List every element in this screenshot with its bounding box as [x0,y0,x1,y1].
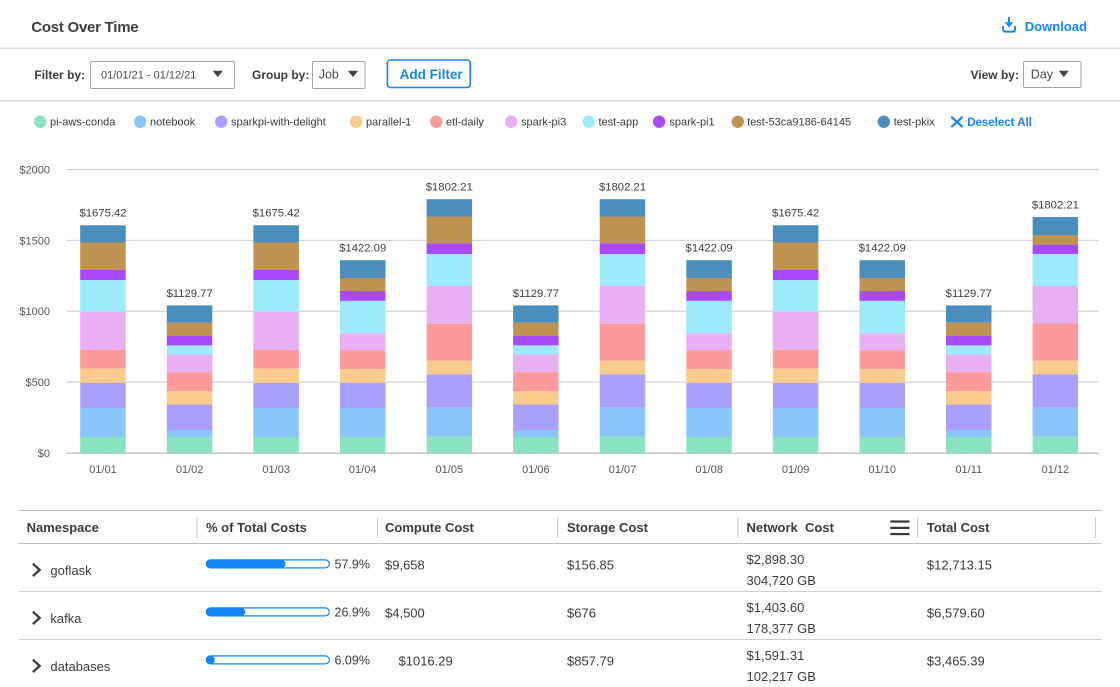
svg-text:% of Total Costs: % of Total Costs [206,520,307,535]
svg-text:pi-aws-conda: pi-aws-conda [50,117,116,129]
svg-text:01/11: 01/11 [955,464,982,476]
svg-text:57.9%: 57.9% [335,558,370,572]
svg-text:$12,713.15: $12,713.15 [927,558,992,573]
svg-text:$1422.09: $1422.09 [686,243,733,255]
svg-text:$3,465.39: $3,465.39 [927,654,985,669]
svg-text:$500: $500 [26,377,50,389]
svg-text:01/03: 01/03 [262,464,290,476]
svg-text:Total Cost: Total Cost [927,520,990,535]
svg-text:$1422.09: $1422.09 [859,243,906,255]
svg-text:Cost Over Time: Cost Over Time [31,19,138,36]
svg-text:Download: Download [1025,19,1087,34]
svg-text:01/01/21 - 01/12/21: 01/01/21 - 01/12/21 [101,70,196,82]
svg-text:Namespace: Namespace [27,520,99,535]
svg-text:etl-daily: etl-daily [446,117,484,129]
svg-text:Deselect All: Deselect All [967,117,1032,129]
svg-text:$1675.42: $1675.42 [79,208,126,220]
svg-text:01/10: 01/10 [868,464,896,476]
svg-text:test-53ca9186-64145: test-53ca9186-64145 [747,117,851,129]
svg-text:Network Cost: Network Cost [747,520,835,535]
svg-text:$1802.21: $1802.21 [426,182,473,194]
svg-text:01/06: 01/06 [522,464,550,476]
svg-text:Job: Job [319,67,339,81]
svg-text:$9,658: $9,658 [385,558,425,573]
svg-text:$1016.29: $1016.29 [399,654,453,669]
svg-text:01/01: 01/01 [89,464,117,476]
svg-text:$676: $676 [567,606,596,621]
svg-text:sparkpi-with-delight: sparkpi-with-delight [231,117,326,129]
svg-text:01/12: 01/12 [1042,464,1070,476]
svg-text:$1675.42: $1675.42 [772,208,819,220]
svg-text:test-app: test-app [599,117,639,129]
svg-text:01/09: 01/09 [782,464,810,476]
svg-text:$0: $0 [38,448,50,460]
svg-text:01/02: 01/02 [176,464,204,476]
svg-text:notebook: notebook [150,117,196,129]
svg-text:$6,579.60: $6,579.60 [927,606,985,621]
svg-text:$1000: $1000 [19,306,50,318]
svg-text:26.9%: 26.9% [335,606,370,620]
svg-text:304,720 GB: 304,720 GB [747,573,816,588]
svg-text:01/07: 01/07 [609,464,637,476]
svg-text:01/08: 01/08 [695,464,723,476]
svg-text:$1500: $1500 [19,235,50,247]
svg-text:$1129.77: $1129.77 [513,288,559,300]
svg-text:178,377 GB: 178,377 GB [747,621,816,636]
svg-text:Day: Day [1031,67,1054,81]
svg-text:$2,898.30: $2,898.30 [747,552,805,567]
svg-text:spark-pi3: spark-pi3 [521,117,566,129]
svg-text:$156.85: $156.85 [567,558,614,573]
svg-text:6.09%: 6.09% [335,654,370,668]
svg-text:01/05: 01/05 [436,464,464,476]
svg-text:Storage Cost: Storage Cost [567,520,649,535]
svg-text:$1802.21: $1802.21 [1032,199,1079,211]
svg-text:01/04: 01/04 [349,464,377,476]
svg-text:$1802.21: $1802.21 [599,182,646,194]
svg-text:$1129.77: $1129.77 [166,288,212,300]
svg-text:$1422.09: $1422.09 [339,243,386,255]
svg-text:$1,591.31: $1,591.31 [747,648,805,663]
svg-text:$2000: $2000 [19,164,50,176]
svg-text:parallel-1: parallel-1 [366,117,411,129]
svg-text:$1675.42: $1675.42 [253,208,300,220]
svg-text:spark-pi1: spark-pi1 [669,117,714,129]
svg-text:Filter by:: Filter by: [34,68,85,82]
svg-text:test-pkix: test-pkix [894,117,935,129]
svg-text:$1129.77: $1129.77 [946,288,992,300]
svg-text:102,217 GB: 102,217 GB [747,669,816,684]
svg-text:kafka: kafka [50,611,82,626]
svg-text:databases: databases [50,659,110,674]
svg-text:Compute Cost: Compute Cost [385,520,475,535]
svg-text:$1,403.60: $1,403.60 [747,600,805,615]
svg-text:Group by:: Group by: [252,68,309,82]
svg-text:View by:: View by: [971,68,1019,82]
svg-text:$4,500: $4,500 [385,606,425,621]
svg-text:goflask: goflask [50,563,92,578]
svg-text:Add Filter: Add Filter [400,67,464,82]
svg-text:$857.79: $857.79 [567,654,614,669]
